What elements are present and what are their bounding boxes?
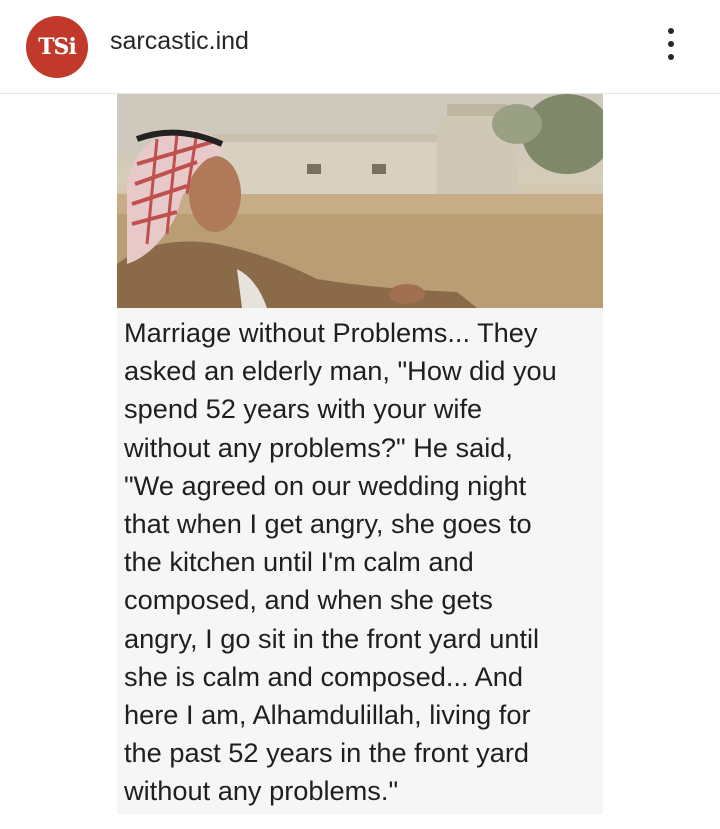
post-caption: Marriage without Problems... They asked … bbox=[124, 314, 602, 811]
avatar-logo-text: TSi bbox=[38, 34, 77, 60]
more-options-icon[interactable] bbox=[656, 24, 686, 64]
caption-line: spend 52 years with your wife bbox=[124, 393, 483, 425]
caption-line: Marriage without Problems... They bbox=[124, 317, 538, 348]
caption-line: angry, I go sit in the front yard until bbox=[124, 622, 540, 654]
caption-line: she is calm and composed... And bbox=[124, 660, 523, 692]
caption-line: asked an elderly man, "How did you bbox=[124, 355, 557, 387]
caption-line: without any problems." bbox=[124, 775, 399, 807]
post-image: Marriage without Problems... They asked … bbox=[117, 94, 603, 814]
caption-line: here I am, Alhamdulillah, living for bbox=[124, 699, 531, 731]
caption-line: the kitchen until I'm calm and bbox=[124, 546, 474, 578]
post-header: TSi sarcastic.ind bbox=[0, 0, 720, 94]
caption-line: composed, and when she gets bbox=[124, 584, 493, 616]
caption-line: that when I get angry, she goes to bbox=[124, 508, 532, 540]
photo-illustration bbox=[117, 94, 603, 308]
caption-line: "We agreed on our wedding night bbox=[124, 469, 527, 501]
username-link[interactable]: sarcastic.ind bbox=[110, 27, 249, 56]
avatar[interactable]: TSi bbox=[26, 16, 88, 78]
caption-line: the past 52 years in the front yard bbox=[124, 737, 530, 769]
caption-line: without any problems?" He said, bbox=[124, 431, 513, 463]
photo bbox=[117, 94, 603, 308]
